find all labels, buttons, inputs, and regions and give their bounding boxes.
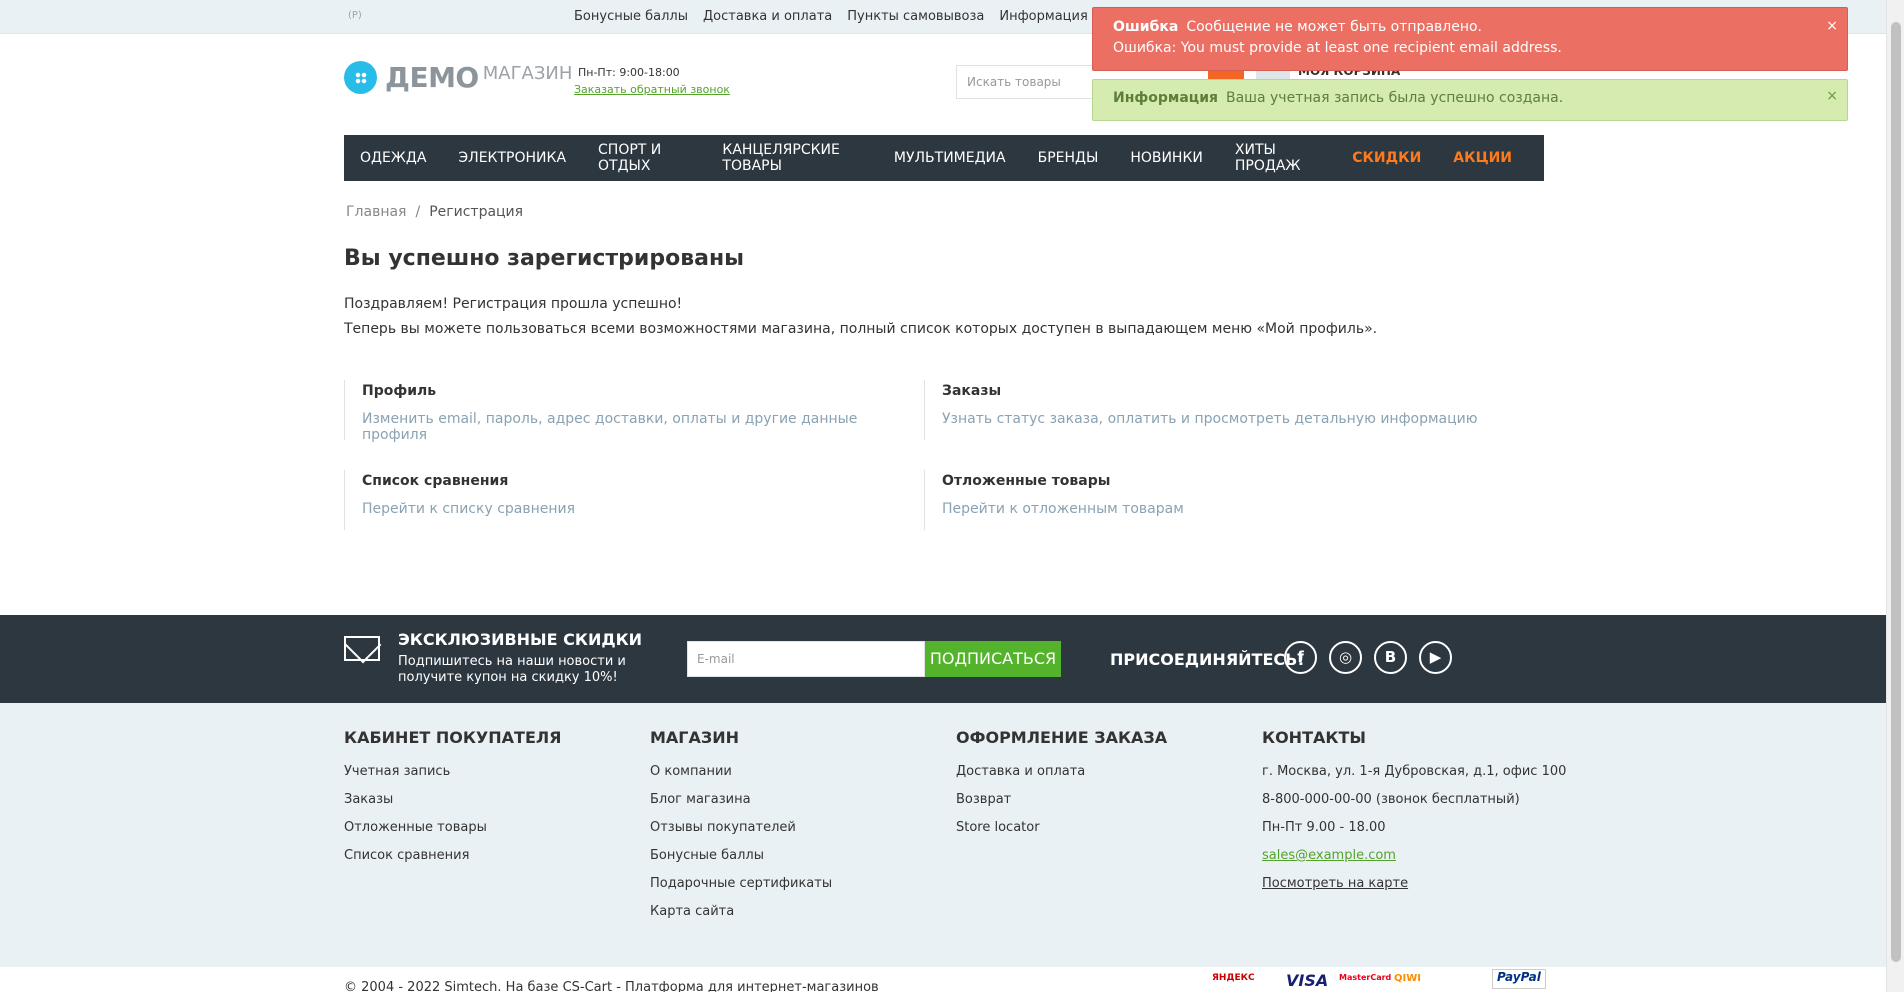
menu-item-promo[interactable]: АКЦИИ — [1453, 150, 1512, 166]
breadcrumb-current: Регистрация — [429, 204, 524, 220]
footer: КАБИНЕТ ПОКУПАТЕЛЯ Учетная запись Заказы… — [0, 703, 1886, 967]
intro-line-2: Теперь вы можете пользоваться всеми возм… — [344, 321, 1378, 337]
footer-link[interactable]: Возврат — [956, 786, 1167, 814]
top-link-info[interactable]: Информация — [999, 9, 1087, 24]
card-wishlist[interactable]: Отложенные товары Перейти к отложенным т… — [924, 470, 1484, 530]
footer-link[interactable]: Store locator — [956, 814, 1167, 842]
info-title: Информация — [1113, 90, 1218, 106]
footer-col-title: КАБИНЕТ ПОКУПАТЕЛЯ — [344, 728, 562, 747]
top-link-pickup[interactable]: Пункты самовывоза — [847, 9, 984, 24]
youtube-icon[interactable]: ▶ — [1419, 641, 1452, 674]
footer-col-title: КОНТАКТЫ — [1262, 728, 1366, 747]
card-desc[interactable]: Перейти к списку сравнения — [362, 501, 904, 517]
logo-icon — [344, 61, 377, 94]
logo-main-text: ДЕМО — [385, 61, 479, 94]
callback-link[interactable]: Заказать обратный звонок — [574, 83, 730, 96]
intro-line-1: Поздравляем! Регистрация прошла успешно! — [344, 296, 683, 312]
footer-col-title: МАГАЗИН — [650, 728, 740, 747]
breadcrumb-home[interactable]: Главная — [346, 204, 406, 220]
footer-col-title: ОФОРМЛЕНИЕ ЗАКАЗА — [956, 728, 1168, 747]
scrollbar[interactable] — [1886, 0, 1904, 992]
contact-phone: 8-800-000-00-00 (звонок бесплатный) — [1262, 792, 1520, 807]
breadcrumb-separator: / — [415, 204, 421, 220]
main-menu: ОДЕЖДА ЭЛЕКТРОНИКА СПОРТ И ОТДЫХ КАНЦЕЛЯ… — [344, 135, 1544, 181]
footer-col-account: КАБИНЕТ ПОКУПАТЕЛЯ Учетная запись Заказы… — [344, 728, 561, 870]
instagram-icon[interactable]: ◎ — [1329, 641, 1362, 674]
card-title[interactable]: Профиль — [362, 383, 904, 399]
email-field[interactable]: E-mail — [687, 641, 925, 677]
menu-item-sport[interactable]: СПОРТ И ОТДЫХ — [598, 142, 690, 174]
vk-icon[interactable]: В — [1374, 641, 1407, 674]
error-line-1: Сообщение не может быть отправлено. — [1186, 19, 1483, 35]
top-link-bonus[interactable]: Бонусные баллы — [574, 9, 688, 24]
footer-link[interactable]: Отзывы покупателей — [650, 814, 832, 842]
menu-item-clothes[interactable]: ОДЕЖДА — [360, 150, 426, 166]
card-desc[interactable]: Изменить email, пароль, адрес доставки, … — [362, 411, 904, 443]
top-link-delivery[interactable]: Доставка и оплата — [703, 9, 832, 24]
copyright-text: © 2004 - 2022 Simtech. На базе CS-Cart -… — [344, 980, 879, 992]
card-title[interactable]: Заказы — [942, 383, 1484, 399]
contact-email-link[interactable]: sales@example.com — [1262, 842, 1566, 870]
footer-link[interactable]: Подарочные сертификаты — [650, 870, 832, 898]
join-label: ПРИСОЕДИНЯЙТЕСЬ! — [1110, 650, 1305, 669]
scrollbar-thumb[interactable] — [1891, 22, 1901, 962]
menu-item-brands[interactable]: БРЕНДЫ — [1038, 150, 1099, 166]
footer-link[interactable]: Учетная запись — [344, 758, 561, 786]
footer-col-shop: МАГАЗИН О компании Блог магазина Отзывы … — [650, 728, 832, 926]
bottom-bar: © 2004 - 2022 Simtech. На базе CS-Cart -… — [0, 967, 1886, 992]
menu-item-office[interactable]: КАНЦЕЛЯРСКИЕ ТОВАРЫ — [722, 142, 862, 174]
card-desc[interactable]: Узнать статус заказа, оплатить и просмот… — [942, 411, 1484, 427]
facebook-icon[interactable]: f — [1284, 641, 1317, 674]
logo-sub-text: МАГАЗИН — [482, 63, 573, 84]
footer-col-contacts: КОНТАКТЫ г. Москва, ул. 1-я Дубровская, … — [1262, 728, 1566, 898]
card-title[interactable]: Список сравнения — [362, 473, 904, 489]
info-text: Ваша учетная запись была успешно создана… — [1226, 90, 1564, 106]
paypal-icon: PayPal — [1492, 969, 1546, 989]
card-desc[interactable]: Перейти к отложенным товарам — [942, 501, 1484, 517]
subscribe-title: ЭКСКЛЮЗИВНЫЕ СКИДКИ — [398, 630, 643, 649]
card-compare[interactable]: Список сравнения Перейти к списку сравне… — [344, 470, 904, 530]
info-notification: Информация Ваша учетная запись была успеш… — [1092, 79, 1848, 121]
footer-link[interactable]: Заказы — [344, 786, 561, 814]
page-title: Вы успешно зарегистрированы — [344, 246, 745, 271]
card-orders[interactable]: Заказы Узнать статус заказа, оплатить и … — [924, 380, 1484, 440]
footer-link[interactable]: Блог магазина — [650, 786, 832, 814]
footer-link[interactable]: О компании — [650, 758, 832, 786]
subscribe-text: Подпишитесь на наши новости и получите к… — [398, 654, 626, 685]
qiwi-icon: QIWI — [1394, 973, 1421, 984]
close-icon[interactable]: × — [1826, 88, 1838, 104]
card-profile[interactable]: Профиль Изменить email, пароль, адрес до… — [344, 380, 904, 443]
breadcrumb: Главная / Регистрация — [346, 204, 523, 220]
contact-map-link[interactable]: Посмотреть на карте — [1262, 870, 1566, 898]
mastercard-icon: MasterCard — [1339, 973, 1392, 982]
envelope-icon — [344, 636, 380, 661]
menu-item-electronics[interactable]: ЭЛЕКТРОНИКА — [458, 150, 566, 166]
contact-address: г. Москва, ул. 1-я Дубровская, д.1, офис… — [1262, 764, 1567, 779]
footer-link[interactable]: Отложенные товары — [344, 814, 561, 842]
menu-item-discounts[interactable]: СКИДКИ — [1352, 150, 1421, 166]
error-notification: Ошибка Сообщение не может быть отправлено… — [1092, 7, 1848, 71]
footer-col-checkout: ОФОРМЛЕНИЕ ЗАКАЗА Доставка и оплата Возв… — [956, 728, 1167, 842]
visa-icon: VISA — [1286, 971, 1329, 990]
subscribe-band: ЭКСКЛЮЗИВНЫЕ СКИДКИ Подпишитесь на наши … — [0, 615, 1886, 703]
language-selector[interactable]: (Р) — [348, 10, 362, 21]
work-hours: Пн-Пт: 9:00-18:00 — [578, 66, 680, 79]
menu-item-multimedia[interactable]: МУЛЬТИМЕДИА — [894, 150, 1006, 166]
footer-link[interactable]: Список сравнения — [344, 842, 561, 870]
intro-text: Поздравляем! Регистрация прошла успешно!… — [344, 292, 1377, 342]
footer-link[interactable]: Бонусные баллы — [650, 842, 832, 870]
footer-link[interactable]: Карта сайта — [650, 898, 832, 926]
yandex-money-icon: ЯНДЕКС — [1212, 973, 1255, 983]
close-icon[interactable]: × — [1826, 16, 1838, 37]
logo[interactable]: ДЕМО МАГАЗИН — [344, 61, 572, 94]
menu-item-bestsellers[interactable]: ХИТЫ ПРОДАЖ — [1235, 142, 1320, 174]
footer-link[interactable]: Доставка и оплата — [956, 758, 1167, 786]
error-title: Ошибка — [1113, 19, 1179, 35]
card-title[interactable]: Отложенные товары — [942, 473, 1484, 489]
menu-item-new[interactable]: НОВИНКИ — [1130, 150, 1203, 166]
top-links: Бонусные баллы Доставка и оплата Пункты … — [574, 9, 1088, 24]
contact-hours: Пн-Пт 9.00 - 18.00 — [1262, 820, 1386, 835]
subscribe-button[interactable]: ПОДПИСАТЬСЯ — [925, 641, 1061, 677]
error-line-2: Ошибка: You must provide at least one re… — [1113, 40, 1562, 56]
